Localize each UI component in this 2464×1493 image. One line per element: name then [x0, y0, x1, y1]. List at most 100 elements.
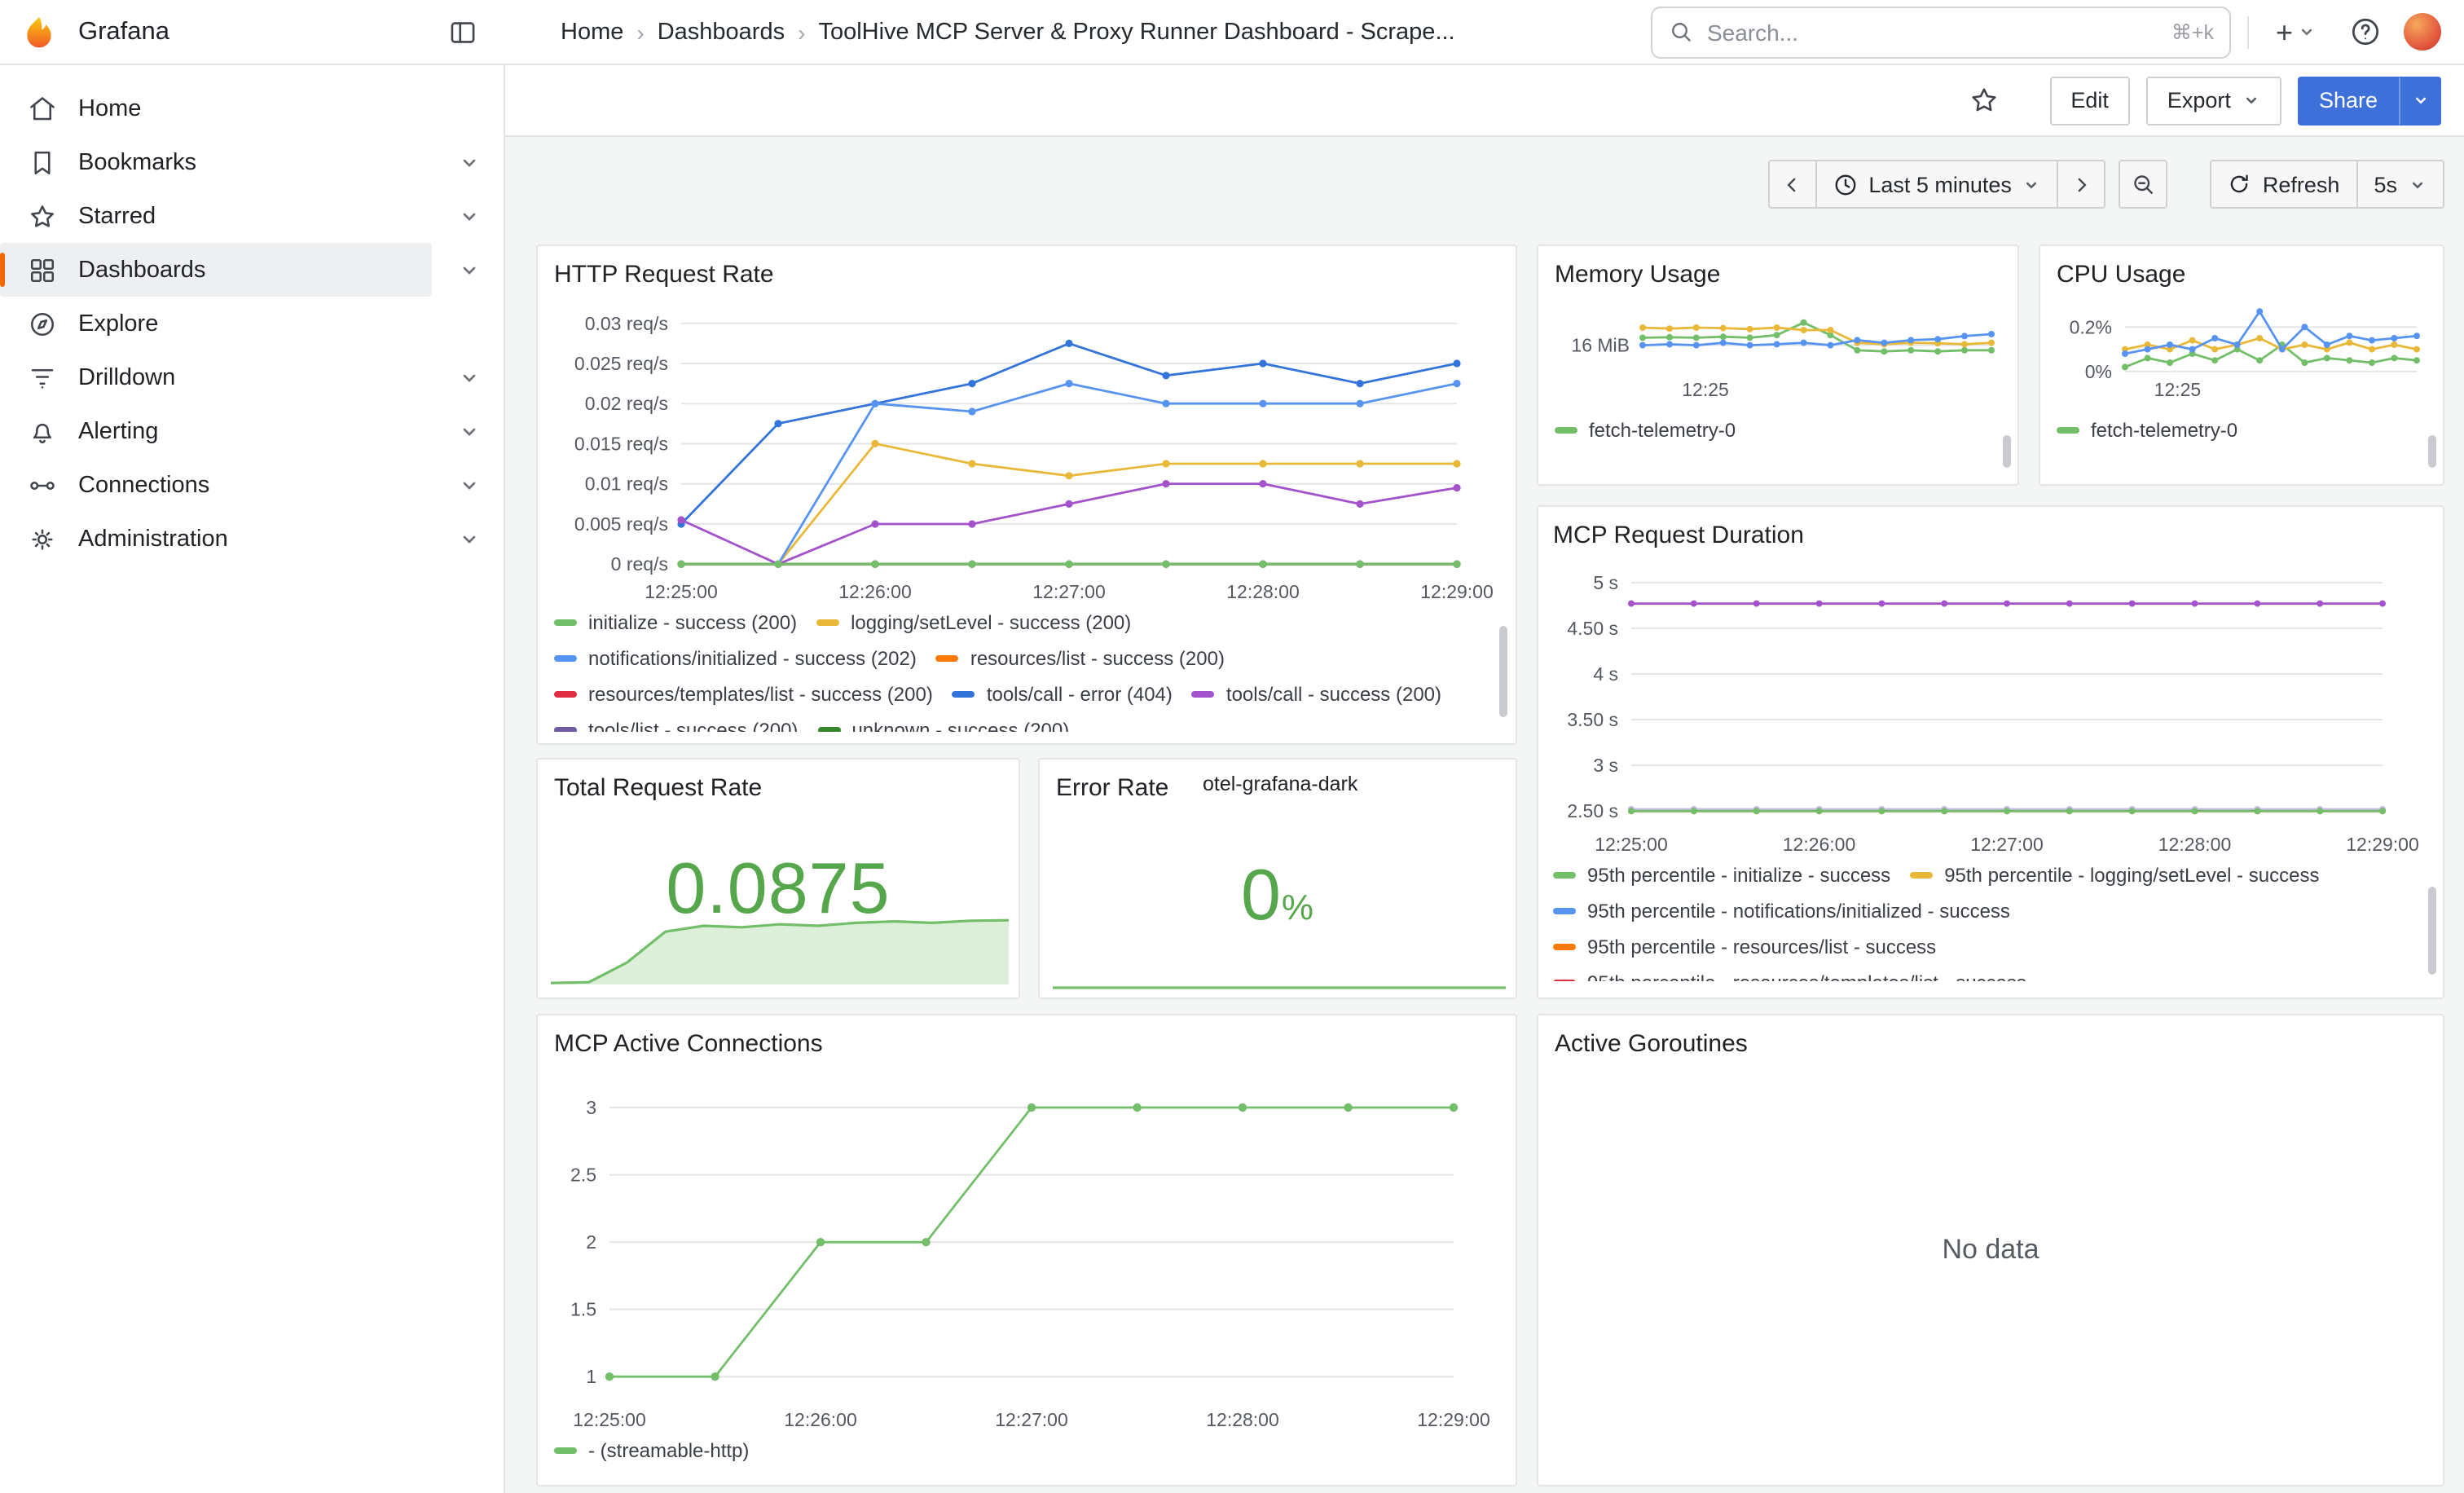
- sidebar-item-main[interactable]: Drilldown: [0, 350, 432, 404]
- legend-item[interactable]: 95th percentile - notifications/initiali…: [1553, 893, 2010, 929]
- collapse-sidebar-button[interactable]: [440, 9, 486, 55]
- sidebar-item-main[interactable]: Administration: [0, 512, 432, 566]
- mcp-active-connections-chart: 11.522.5312:25:0012:26:0012:27:0012:28:0…: [554, 1064, 1503, 1433]
- sidebar-item-dashboards[interactable]: Dashboards: [0, 243, 504, 297]
- sidebar-item-explore[interactable]: Explore: [0, 297, 504, 350]
- sidebar-item-main[interactable]: Connections: [0, 458, 432, 512]
- legend-swatch: [554, 727, 577, 732]
- legend-label: tools/call - error (404): [987, 683, 1173, 706]
- edit-button[interactable]: Edit: [2049, 76, 2130, 125]
- legend-item[interactable]: resources/templates/list - success (200): [554, 676, 933, 712]
- breadcrumb-dashboards[interactable]: Dashboards: [658, 19, 785, 45]
- panel-title[interactable]: MCP Active Connections: [554, 1025, 1499, 1064]
- svg-text:1: 1: [586, 1366, 596, 1387]
- legend-item[interactable]: fetch-telemetry-0: [2057, 412, 2237, 448]
- refresh-interval-label: 5s: [2374, 172, 2397, 196]
- legend-item[interactable]: logging/setLevel - success (200): [816, 605, 1131, 641]
- legend-scrollbar[interactable]: [1499, 626, 1507, 717]
- panel-title[interactable]: Total Request Rate: [554, 769, 1002, 808]
- panel-http-request-rate: HTTP Request Rate 0 req/s0.005 req/s0.01…: [536, 244, 1517, 745]
- refresh-interval-picker[interactable]: 5s: [2356, 160, 2444, 209]
- search-icon: [1670, 20, 1694, 44]
- sidebar-item-administration[interactable]: Administration: [0, 512, 504, 566]
- chevron-down-icon[interactable]: [445, 421, 494, 441]
- sidebar-item-starred[interactable]: Starred: [0, 189, 504, 243]
- star-icon: [1969, 85, 2000, 116]
- legend-item[interactable]: tools/list - success (200): [554, 712, 798, 732]
- panel-mcp-active-connections: MCP Active Connections 11.522.5312:25:00…: [536, 1014, 1517, 1486]
- refresh-button[interactable]: Refresh: [2211, 160, 2358, 209]
- panel-title[interactable]: HTTP Request Rate: [554, 256, 1499, 295]
- legend-scrollbar[interactable]: [2428, 887, 2436, 975]
- breadcrumb-current: ToolHive MCP Server & Proxy Runner Dashb…: [818, 19, 1454, 45]
- legend-swatch: [554, 1447, 577, 1454]
- time-back-button[interactable]: [1767, 160, 1816, 209]
- sidebar-item-main[interactable]: Home: [0, 81, 491, 135]
- svg-text:12:26:00: 12:26:00: [1783, 834, 1856, 855]
- legend-item[interactable]: 95th percentile - resources/templates/li…: [1553, 965, 2026, 981]
- legend-item[interactable]: unknown - success (200): [817, 712, 1069, 732]
- chevron-down-icon[interactable]: [445, 206, 494, 226]
- legend-item[interactable]: initialize - success (200): [554, 605, 797, 641]
- chevron-down-icon[interactable]: [445, 529, 494, 548]
- sidebar-item-main[interactable]: Explore: [0, 297, 491, 350]
- legend-scrollbar[interactable]: [2428, 435, 2436, 468]
- sidebar-item-connections[interactable]: Connections: [0, 458, 504, 512]
- legend-label: - (streamable-http): [588, 1439, 749, 1462]
- legend-label: 95th percentile - logging/setLevel - suc…: [1944, 864, 2319, 887]
- export-button[interactable]: Export: [2146, 76, 2281, 125]
- sidebar-item-alerting[interactable]: Alerting: [0, 404, 504, 458]
- sidebar-item-main[interactable]: Dashboards: [0, 243, 432, 297]
- chevron-down-icon[interactable]: [445, 152, 494, 172]
- new-button[interactable]: +: [2266, 11, 2325, 53]
- legend-item[interactable]: notifications/initialized - success (202…: [554, 641, 917, 676]
- sidebar-item-drilldown[interactable]: Drilldown: [0, 350, 504, 404]
- svg-text:12:26:00: 12:26:00: [784, 1409, 857, 1430]
- sidebar-item-main[interactable]: Starred: [0, 189, 432, 243]
- legend-scrollbar[interactable]: [2003, 435, 2011, 468]
- chevron-down-icon: [2023, 175, 2041, 193]
- search-input[interactable]: [1707, 19, 2158, 45]
- favorite-button[interactable]: [1961, 77, 2007, 123]
- legend-swatch: [554, 691, 577, 698]
- legend-label: 95th percentile - resources/templates/li…: [1587, 971, 2026, 981]
- panel-title[interactable]: MCP Request Duration: [1553, 517, 2428, 556]
- share-button[interactable]: Share: [2298, 76, 2399, 125]
- share-menu-button[interactable]: [2399, 76, 2441, 125]
- time-forward-button[interactable]: [2057, 160, 2106, 209]
- svg-text:12:27:00: 12:27:00: [1032, 581, 1106, 602]
- legend-item[interactable]: tools/call - error (404): [953, 676, 1173, 712]
- chevron-down-icon[interactable]: [445, 475, 494, 495]
- time-controls: Last 5 minutes Refresh 5s: [1767, 160, 2444, 209]
- panel-title[interactable]: Memory Usage: [1555, 256, 2001, 295]
- sidebar-item-main[interactable]: Alerting: [0, 404, 432, 458]
- legend-item[interactable]: - (streamable-http): [554, 1433, 749, 1469]
- legend-item[interactable]: 95th percentile - resources/list - succe…: [1553, 929, 1936, 965]
- sidebar-item-main[interactable]: Bookmarks: [0, 135, 432, 189]
- sidebar-item-home[interactable]: Home: [0, 81, 504, 135]
- zoom-out-button[interactable]: [2119, 160, 2168, 209]
- chevron-down-icon[interactable]: [445, 260, 494, 280]
- svg-text:12:27:00: 12:27:00: [1970, 834, 2044, 855]
- mcp-request-duration-chart: 2.50 s3 s3.50 s4 s4.50 s5 s12:25:0012:26…: [1553, 556, 2431, 857]
- legend-item[interactable]: resources/list - success (200): [936, 641, 1225, 676]
- legend-item[interactable]: tools/call - success (200): [1192, 676, 1441, 712]
- panel-total-request-rate: Total Request Rate 0.0875: [536, 758, 1020, 999]
- legend-item[interactable]: 95th percentile - logging/setLevel - suc…: [1910, 857, 2319, 893]
- time-range-picker[interactable]: Last 5 minutes: [1815, 160, 2059, 209]
- legend-item[interactable]: fetch-telemetry-0: [1555, 412, 1736, 448]
- legend-swatch: [1553, 872, 1576, 879]
- legend-item[interactable]: 95th percentile - initialize - success: [1553, 857, 1890, 893]
- chevron-down-icon[interactable]: [445, 368, 494, 387]
- panel-title[interactable]: CPU Usage: [2057, 256, 2427, 295]
- breadcrumb-home[interactable]: Home: [561, 19, 623, 45]
- sidebar-item-bookmarks[interactable]: Bookmarks: [0, 135, 504, 189]
- legend-swatch: [1553, 908, 1576, 914]
- svg-text:3.50 s: 3.50 s: [1567, 709, 1618, 730]
- panel-title[interactable]: Active Goroutines: [1555, 1025, 2427, 1064]
- dashboard-canvas: Last 5 minutes Refresh 5s: [505, 137, 2464, 1493]
- search-box[interactable]: ⌘+k: [1652, 6, 2232, 58]
- help-button[interactable]: [2342, 9, 2387, 55]
- user-avatar[interactable]: [2404, 13, 2441, 51]
- drilldown-icon: [28, 363, 57, 392]
